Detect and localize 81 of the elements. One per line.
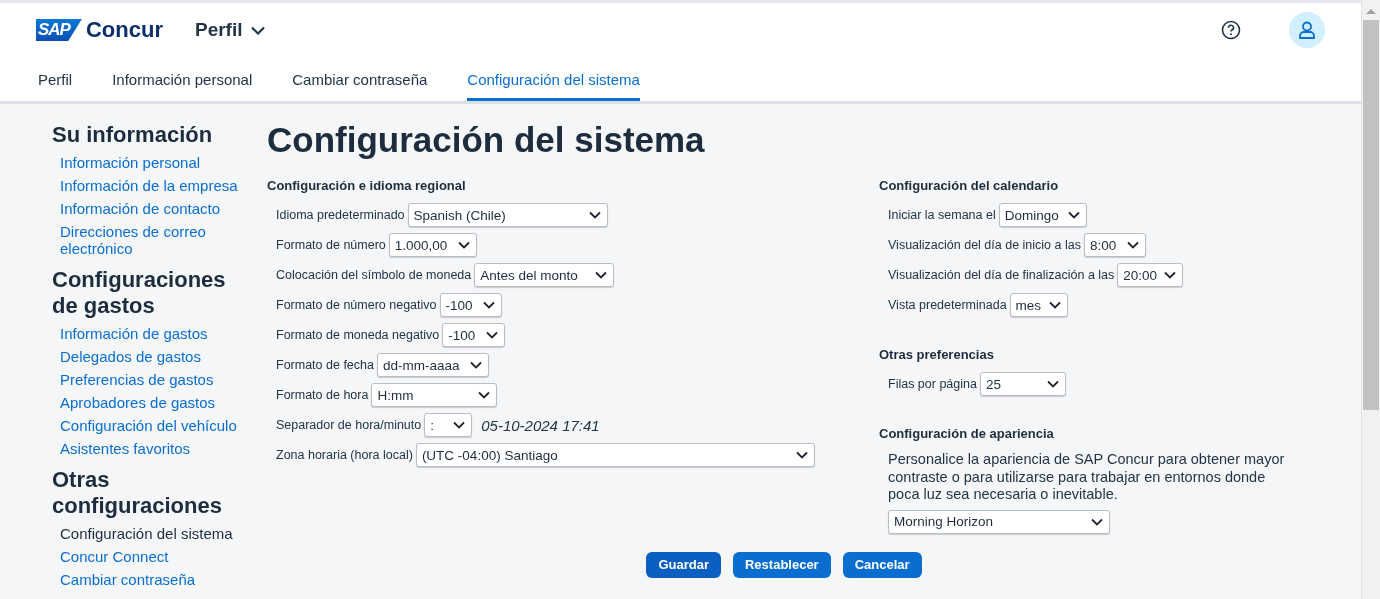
sidebar-link[interactable]: Delegados de gastos [60, 348, 245, 365]
dropdown[interactable]: Domingo [998, 203, 1087, 227]
time-preview: 05-10-2024 17:41 [481, 416, 600, 434]
field-label: Iniciar la semana el [888, 208, 996, 222]
dropdown[interactable]: Morning Horizon [888, 509, 1110, 534]
dropdown[interactable]: H:mm [371, 383, 498, 407]
sidebar-link[interactable]: Información de contacto [60, 200, 245, 217]
field-label: Visualización del día de finalización a las [888, 268, 1115, 282]
section-title: Configuración del calendario [879, 178, 1060, 193]
chevron-down-icon [1046, 380, 1059, 388]
dropdown[interactable]: dd-mm-aaaa [376, 353, 489, 377]
sidebar-link[interactable]: Información de gastos [60, 325, 245, 342]
chevron-down-icon [486, 331, 499, 339]
chevron-down-icon [1126, 241, 1139, 249]
scrollbar[interactable] [1361, 0, 1380, 599]
sidebar-link[interactable]: Aprobadores de gastos [60, 394, 245, 411]
action-button[interactable]: Cancelar [842, 551, 922, 578]
dropdown[interactable]: mes [1009, 293, 1068, 317]
dropdown[interactable]: Spanish (Chile) [407, 203, 608, 227]
chevron-down-icon [1091, 517, 1103, 526]
tab[interactable]: Configuración del sistema [467, 57, 640, 101]
logo-mark: SAP [36, 19, 82, 41]
sidebar-link[interactable]: Direcciones de correo electrónico [60, 223, 245, 257]
chevron-down-icon [469, 361, 482, 369]
sidebar-link[interactable]: Información personal [60, 154, 245, 171]
action-button[interactable]: Guardar [646, 551, 721, 578]
field-label: Zona horaria (hora local) [276, 448, 413, 462]
chevron-down-icon [457, 241, 470, 249]
sidebar-link[interactable]: Configuración del vehículo [60, 417, 245, 434]
description: Personalice la apariencia de SAP Concur para obtener mayor contraste o para utilizarse para trabajar en entornos donde poca luz sea necesaria o inevitable. [888, 451, 1286, 504]
field-label: Filas por página [888, 377, 977, 391]
field-label: Formato de moneda negativo [276, 328, 440, 342]
tab[interactable]: Información personal [112, 57, 253, 101]
chevron-down-icon [250, 25, 265, 35]
field-label: Formato de fecha [276, 358, 374, 372]
dropdown[interactable]: -100 [439, 293, 502, 317]
section-title: Configuración e idioma regional [267, 178, 467, 193]
section-title: Configuración de apariencia [879, 426, 1055, 441]
chevron-down-icon [453, 421, 466, 429]
sidebar-heading: Otras configuraciones [52, 467, 223, 519]
chevron-down-icon [595, 271, 608, 279]
logo-text: Concur [85, 17, 163, 43]
field-label: Formato de número negativo [276, 298, 437, 312]
field-label: Vista predeterminada [888, 298, 1007, 312]
field-label: Separador de hora/minuto [276, 418, 422, 432]
chevron-down-icon [478, 391, 491, 399]
dropdown[interactable]: 1.000,00 [388, 233, 477, 257]
help-icon[interactable] [1221, 20, 1241, 40]
user-avatar[interactable] [1289, 12, 1325, 48]
field-label: Idioma predeterminado [276, 208, 405, 222]
field-label: Formato de hora [276, 388, 369, 402]
dropdown[interactable]: (UTC -04:00) Santiago [415, 443, 815, 467]
section-title: Otras preferencias [879, 347, 995, 362]
tab[interactable]: Cambiar contraseña [292, 57, 428, 101]
field-label: Formato de número [276, 238, 386, 252]
page-title: Configuración del sistema [267, 120, 706, 160]
dropdown[interactable]: 25 [979, 372, 1066, 396]
sidebar-heading: Su información [52, 122, 214, 148]
profile-menu[interactable]: Perfil [194, 19, 265, 41]
chevron-down-icon [1048, 301, 1061, 309]
tab[interactable]: Perfil [38, 57, 73, 101]
sidebar-link[interactable]: Preferencias de gastos [60, 371, 245, 388]
dropdown[interactable]: 8:00 [1083, 233, 1146, 257]
dropdown[interactable]: 20:00 [1117, 263, 1184, 287]
sidebar-link[interactable]: Concur Connect [60, 548, 245, 565]
chevron-down-icon [1067, 211, 1080, 219]
dropdown[interactable]: : [424, 413, 473, 437]
sidebar-heading: Configuraciones de gastos [52, 267, 227, 319]
field-label: Visualización del día de inicio a las [888, 238, 1081, 252]
sidebar-link[interactable]: Cambiar contraseña [60, 571, 245, 588]
dropdown[interactable]: -100 [442, 323, 506, 347]
field-label: Colocación del símbolo de moneda [276, 268, 472, 282]
action-button[interactable]: Restablecer [732, 551, 831, 578]
sidebar-link[interactable]: Información de la empresa [60, 177, 245, 194]
chevron-down-icon [796, 451, 808, 459]
sidebar-link[interactable]: Asistentes favoritos [60, 440, 245, 457]
chevron-down-icon [588, 211, 601, 219]
chevron-down-icon [482, 301, 495, 309]
sidebar-link[interactable]: Configuración del sistema [60, 525, 245, 542]
chevron-down-icon [1164, 271, 1177, 279]
dropdown[interactable]: Antes del monto [474, 263, 615, 287]
